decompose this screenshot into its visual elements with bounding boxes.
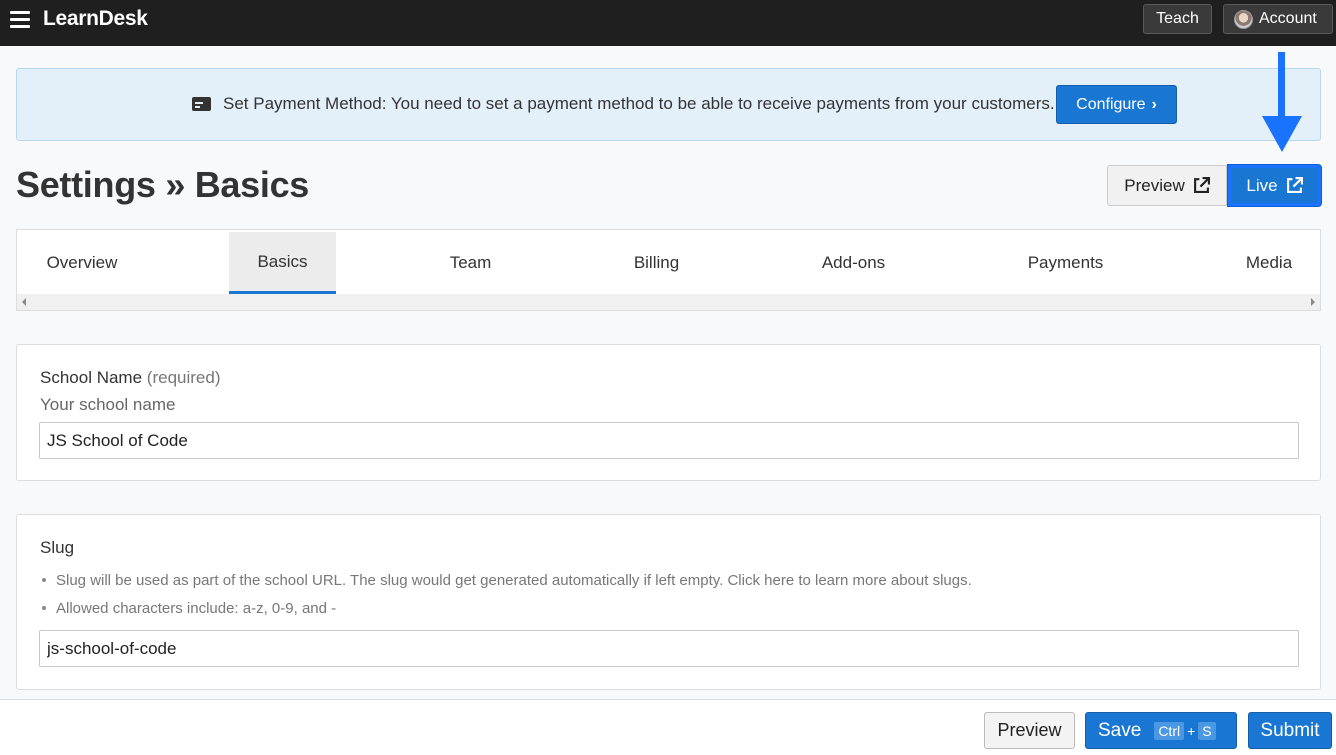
list-item: Allowed characters include: a-z, 0-9, an… [40, 594, 972, 622]
preview-button[interactable]: Preview [984, 712, 1075, 749]
live-top-button[interactable]: Live [1228, 165, 1321, 206]
hamburger-icon[interactable] [10, 11, 30, 29]
tab-overview[interactable]: Overview [17, 232, 147, 294]
slug-help-list: Slug will be used as part of the school … [40, 566, 972, 622]
school-name-label: School Name (required) [40, 368, 221, 387]
credit-card-icon [192, 97, 211, 111]
configure-label: Configure [1076, 95, 1146, 113]
tab-payments[interactable]: Payments [1007, 232, 1124, 294]
school-name-card: School Name (required) Your school name [16, 344, 1321, 481]
teach-button[interactable]: Teach [1143, 4, 1212, 34]
tabs-scrollbar[interactable] [17, 294, 1320, 310]
kbd-plus: + [1187, 722, 1196, 739]
account-button[interactable]: Account [1223, 4, 1333, 34]
slug-card: Slug Slug will be used as part of the sc… [16, 514, 1321, 690]
tab-media[interactable]: Media [1229, 232, 1309, 294]
preview-top-button[interactable]: Preview [1107, 165, 1227, 206]
chevron-right-icon: › [1151, 95, 1157, 113]
school-name-help: Your school name [40, 395, 176, 414]
tab-basics[interactable]: Basics [229, 232, 336, 294]
external-link-icon [1193, 177, 1210, 193]
top-navbar: LearnDesk Teach Account [0, 0, 1336, 46]
page-title: Settings » Basics [16, 164, 310, 205]
configure-button[interactable]: Configure › [1056, 85, 1177, 124]
settings-tabs: Overview Basics Team Billing Add-ons Pay… [16, 229, 1321, 311]
list-item: Slug will be used as part of the school … [40, 566, 972, 594]
scroll-left-icon[interactable] [22, 298, 26, 306]
submit-button[interactable]: Submit [1248, 712, 1332, 749]
required-note: (required) [146, 368, 221, 387]
alert-message: Set Payment Method: You need to set a pa… [223, 94, 1055, 113]
external-link-icon [1286, 177, 1303, 193]
account-label: Account [1259, 10, 1317, 27]
avatar [1234, 9, 1253, 29]
tab-add-ons[interactable]: Add-ons [797, 232, 910, 294]
tab-billing[interactable]: Billing [603, 232, 710, 294]
scroll-right-icon[interactable] [1311, 298, 1315, 306]
live-top-label: Live [1246, 175, 1278, 195]
slug-input[interactable] [39, 630, 1299, 667]
bottom-action-bar: Preview Save Ctrl + S Submit [0, 699, 1336, 755]
brand-logo[interactable]: LearnDesk [43, 7, 148, 31]
slug-label: Slug [40, 538, 75, 557]
kbd-ctrl: Ctrl [1154, 721, 1185, 740]
kbd-s: S [1198, 721, 1216, 740]
school-name-input[interactable] [39, 422, 1299, 459]
preview-top-label: Preview [1124, 175, 1185, 195]
save-button[interactable]: Save Ctrl + S [1085, 712, 1237, 749]
save-label: Save [1098, 719, 1142, 741]
annotation-arrow-icon [1262, 52, 1302, 152]
tab-team[interactable]: Team [417, 232, 524, 294]
